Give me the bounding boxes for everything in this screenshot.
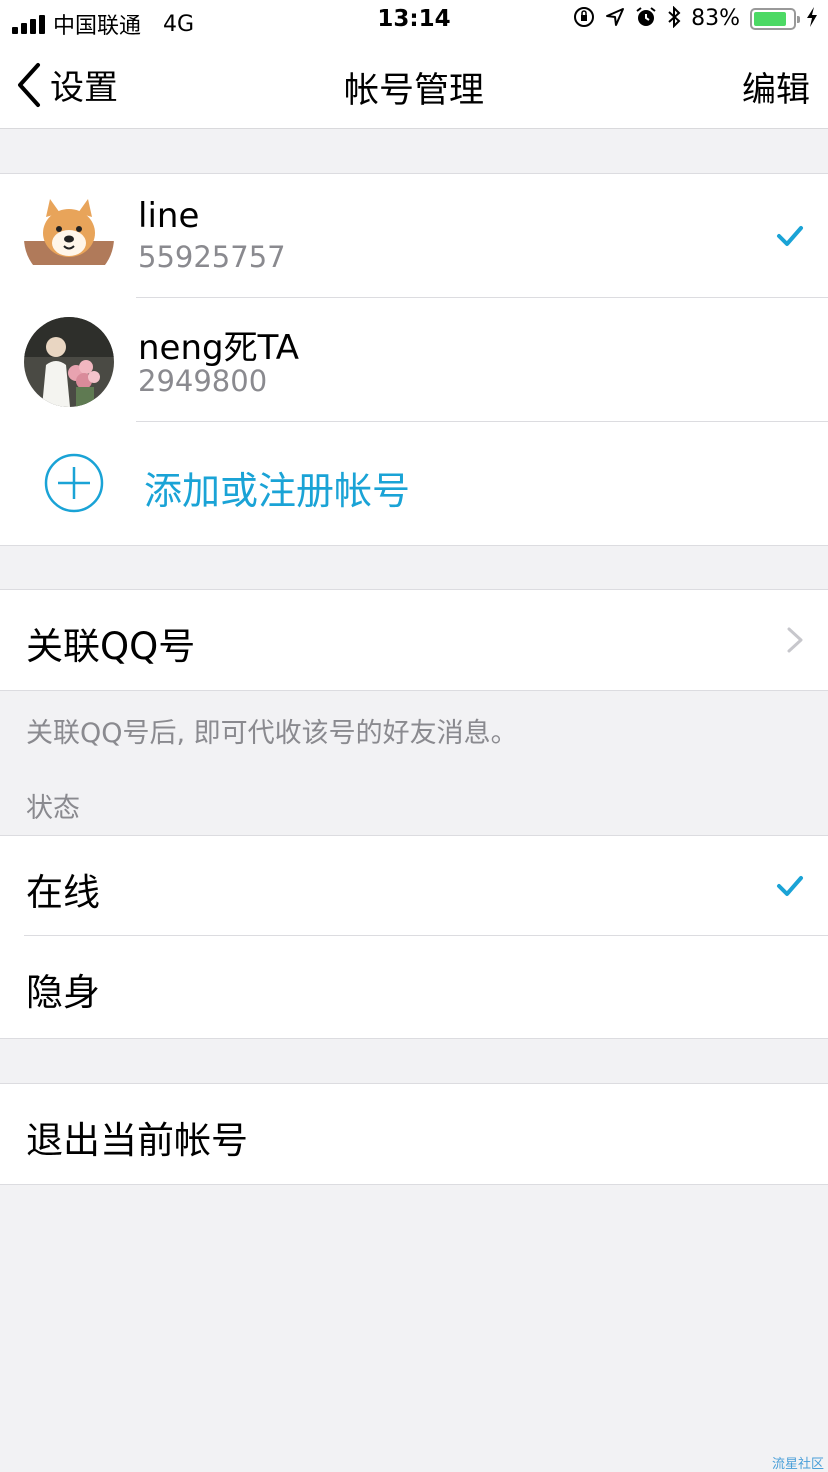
logout-group: 退出当前帐号: [0, 1083, 828, 1185]
status-option-label: 在线: [26, 871, 100, 914]
page-title: 帐号管理: [343, 71, 484, 111]
status-right: 83%: [573, 5, 818, 31]
accounts-list: line 55925757 neng死TA 2949800 添加或注册帐号: [0, 173, 828, 546]
link-qq-cell[interactable]: 关联QQ号: [0, 590, 828, 690]
alarm-icon: [635, 6, 657, 31]
status-invisible-option[interactable]: 隐身: [0, 936, 828, 1036]
battery-icon: [750, 7, 800, 30]
account-row[interactable]: neng死TA 2949800: [0, 298, 828, 422]
charging-icon: [806, 6, 818, 31]
account-row[interactable]: line 55925757: [0, 174, 828, 298]
account-name: line: [138, 196, 200, 236]
logout-button[interactable]: 退出当前帐号: [0, 1084, 828, 1184]
link-qq-group: 关联QQ号: [0, 589, 828, 691]
account-name: neng死TA: [138, 328, 299, 368]
avatar: [24, 317, 114, 407]
watermark: 流星社区: [771, 1457, 824, 1472]
edit-button[interactable]: 编辑: [742, 62, 810, 111]
nav-bar: 设置 帐号管理 编辑: [0, 40, 828, 129]
avatar: [24, 193, 114, 283]
status-options: 在线 隐身: [0, 835, 828, 1039]
orientation-lock-icon: [573, 6, 595, 31]
chevron-right-icon: [787, 627, 803, 653]
location-icon: [605, 7, 625, 30]
logout-label: 退出当前帐号: [26, 1119, 248, 1162]
bluetooth-icon: [667, 5, 681, 31]
status-online-option[interactable]: 在线: [0, 836, 828, 936]
account-id: 2949800: [138, 364, 268, 398]
account-id: 55925757: [138, 240, 286, 274]
status-section-title: 状态: [26, 793, 80, 824]
status-option-label: 隐身: [26, 971, 100, 1014]
add-account-button[interactable]: 添加或注册帐号: [0, 422, 828, 546]
status-bar: 中国联通 4G 13:14 83%: [0, 0, 828, 40]
add-account-label: 添加或注册帐号: [144, 469, 411, 513]
link-qq-label: 关联QQ号: [26, 625, 196, 668]
plus-circle-icon: [44, 453, 104, 513]
battery-fill: [754, 11, 786, 26]
checkmark-icon: [777, 876, 803, 896]
link-qq-note: 关联QQ号后, 即可代收该号的好友消息。: [26, 718, 518, 749]
checkmark-icon: [777, 226, 803, 246]
battery-percent: 83%: [691, 6, 740, 31]
